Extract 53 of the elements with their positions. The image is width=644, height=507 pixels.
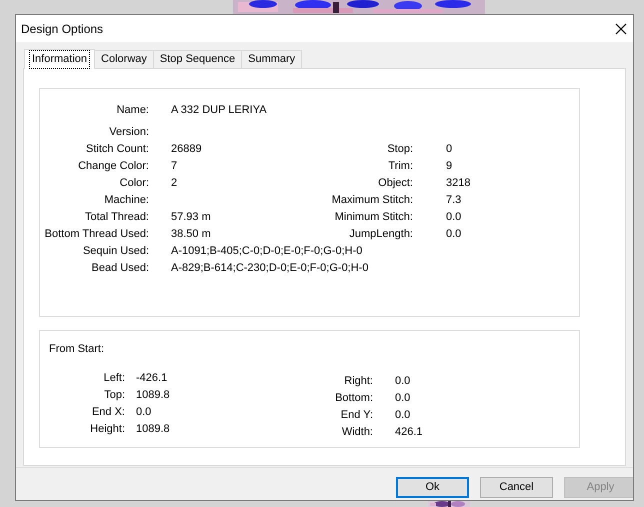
close-icon[interactable] [615,22,627,34]
field-value: 0.0 [446,211,462,224]
field-value: 1089.8 [136,423,170,436]
field-value: A-1091;B-405;C-0;D-0;E-0;F-0;G-0;H-0 [171,245,362,258]
tab[interactable]: Information [24,49,96,69]
field-value: -426.1 [136,372,168,384]
field-label: Stop: [387,143,413,156]
field-label: End X: [92,406,125,418]
field-value: 3218 [446,177,470,190]
field-label: Name: [116,104,149,116]
field-label: Change Color: [78,160,149,172]
field-value: 0.0 [446,228,462,240]
field-label: Stitch Count: [86,143,149,156]
field-value: 0.0 [136,406,152,418]
field-label: Sequin Used: [82,245,149,258]
field-label: Left: [104,372,125,384]
field-label: Color: [120,177,149,190]
dialog-button[interactable]: Cancel [480,477,553,498]
tab[interactable]: Summary [241,50,302,68]
field-value: A-829;B-614;C-230;D-0;E-0;F-0;G-0;H-0 [171,262,368,274]
window-title: Design Options [21,20,104,38]
field-value: 7 [171,160,178,172]
field-label: Right: [344,375,373,388]
field-value: A 332 DUP LERIYA [171,104,267,116]
field-value: 7.3 [446,194,462,206]
field-label: Trim: [388,160,413,172]
field-value: 57.93 m [171,211,211,224]
field-value: 0.0 [395,375,410,388]
field-label: Machine: [104,194,149,206]
field-label: Maximum Stitch: [332,194,413,206]
field-value: 38.50 m [171,228,211,240]
field-label: Height: [90,423,125,436]
field-value: 2 [171,177,178,190]
field-label: Bead Used: [92,262,149,274]
field-label: Width: [342,426,373,438]
field-value: 0.0 [395,392,410,404]
field-label: Bottom: [335,392,373,404]
field-label: Version: [109,126,149,138]
field-value: 9 [446,160,452,172]
field-value: 0.0 [395,409,410,422]
field-label: Bottom Thread Used: [44,228,149,240]
dialog-button[interactable]: Ok [396,477,469,498]
field-value: 26889 [171,143,202,156]
field-label: JumpLength: [349,228,413,240]
field-value: 426.1 [395,426,423,438]
field-value: 1089.8 [136,389,170,402]
field-label: Object: [378,177,413,190]
field-label: Minimum Stitch: [334,211,413,224]
field-label: Total Thread: [84,211,149,224]
group-title: From Start: [49,342,104,357]
field-label: End Y: [340,409,373,422]
field-value: 0 [446,143,452,156]
field-label: Top: [104,389,125,402]
